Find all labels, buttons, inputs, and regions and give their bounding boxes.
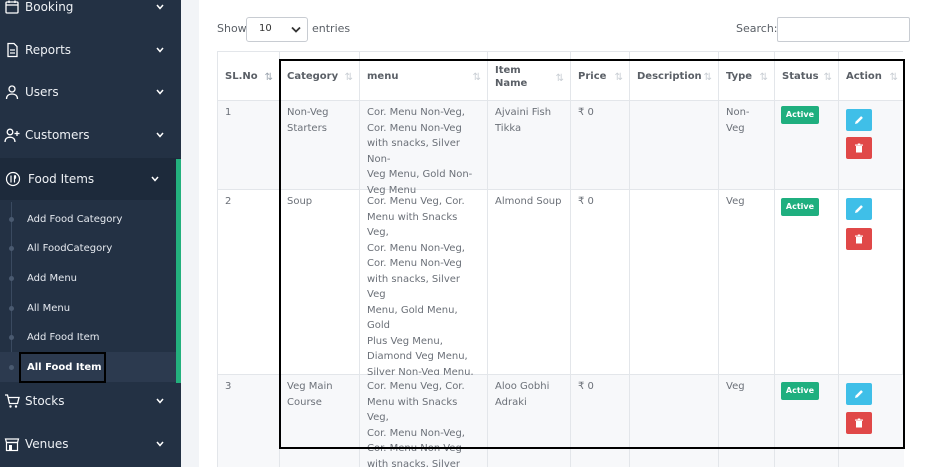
add-user-icon <box>4 128 20 143</box>
calendar-icon <box>5 0 19 14</box>
submenu-item-label: Add Food Item <box>27 331 100 343</box>
sidebar-item-users[interactable]: Users <box>0 71 181 113</box>
show-label: Show <box>217 22 247 35</box>
cell-sl-no: 2 <box>218 190 280 374</box>
sidebar-item-food-items[interactable]: Food Items <box>0 158 181 200</box>
sidebar-item-customers[interactable]: Customers <box>0 114 181 156</box>
chevron-down-icon <box>156 4 164 10</box>
entries-per-page-value: 10 <box>259 23 272 34</box>
store-icon <box>4 438 20 452</box>
bullet-icon <box>9 245 14 251</box>
chevron-down-icon <box>291 26 301 33</box>
sidebar-item-label: Users <box>25 85 59 99</box>
restaurant-icon <box>5 171 21 187</box>
submenu-item-label: Add Food Category <box>27 213 123 225</box>
search-input[interactable] <box>777 17 910 42</box>
sidebar-item-booking[interactable]: Booking <box>0 0 181 28</box>
chevron-down-icon <box>151 176 159 182</box>
bullet-icon <box>9 275 14 281</box>
submenu-item-add-food-category[interactable]: Add Food Category <box>0 204 176 234</box>
submenu-item-add-menu[interactable]: Add Menu <box>0 263 176 293</box>
user-icon <box>5 85 19 100</box>
submenu-item-all-foodcategory[interactable]: All FoodCategory <box>0 233 176 263</box>
bullet-icon <box>9 305 14 311</box>
chevron-down-icon <box>156 398 164 404</box>
sidebar-item-label: Customers <box>25 128 90 142</box>
document-icon <box>7 42 18 58</box>
entries-label: entries <box>312 22 351 35</box>
chevron-down-icon <box>156 89 164 95</box>
sidebar-item-label: Venues <box>25 437 69 451</box>
sidebar-item-label: Booking <box>25 0 74 14</box>
sidebar: Booking Reports Users Customers Food Ite… <box>0 0 181 467</box>
annotation-box <box>279 59 905 449</box>
cart-icon <box>5 394 20 408</box>
cell-sl-no: 3 <box>218 375 280 467</box>
search-label: Search: <box>736 22 778 35</box>
annotation-box <box>19 352 106 383</box>
entries-per-page-select[interactable]: 10 <box>246 17 308 42</box>
column-header-sl-no[interactable]: SL.No ⇅ <box>218 52 280 101</box>
cell-sl-no: 1 <box>218 101 280 189</box>
submenu-item-all-menu[interactable]: All Menu <box>0 293 176 323</box>
bullet-icon <box>9 216 14 222</box>
sidebar-item-venues[interactable]: Venues <box>0 423 181 465</box>
submenu-item-label: All Menu <box>27 302 71 314</box>
submenu-item-label: All FoodCategory <box>27 242 113 254</box>
active-section-indicator <box>176 159 181 383</box>
sidebar-item-reports[interactable]: Reports <box>0 29 181 71</box>
sidebar-item-label: Reports <box>25 43 72 57</box>
chevron-down-icon <box>156 132 164 138</box>
submenu-item-add-food-item[interactable]: Add Food Item <box>0 322 176 352</box>
chevron-down-icon <box>156 441 164 447</box>
submenu-item-label: Add Menu <box>27 272 77 284</box>
sidebar-item-label: Food Items <box>28 172 95 186</box>
sort-asc-icon: ⇅ <box>264 72 273 83</box>
bullet-icon <box>9 334 14 340</box>
chevron-down-icon <box>156 47 164 53</box>
bullet-icon <box>9 364 14 370</box>
sidebar-item-stocks[interactable]: Stocks <box>0 380 181 422</box>
sidebar-item-label: Stocks <box>25 394 65 408</box>
